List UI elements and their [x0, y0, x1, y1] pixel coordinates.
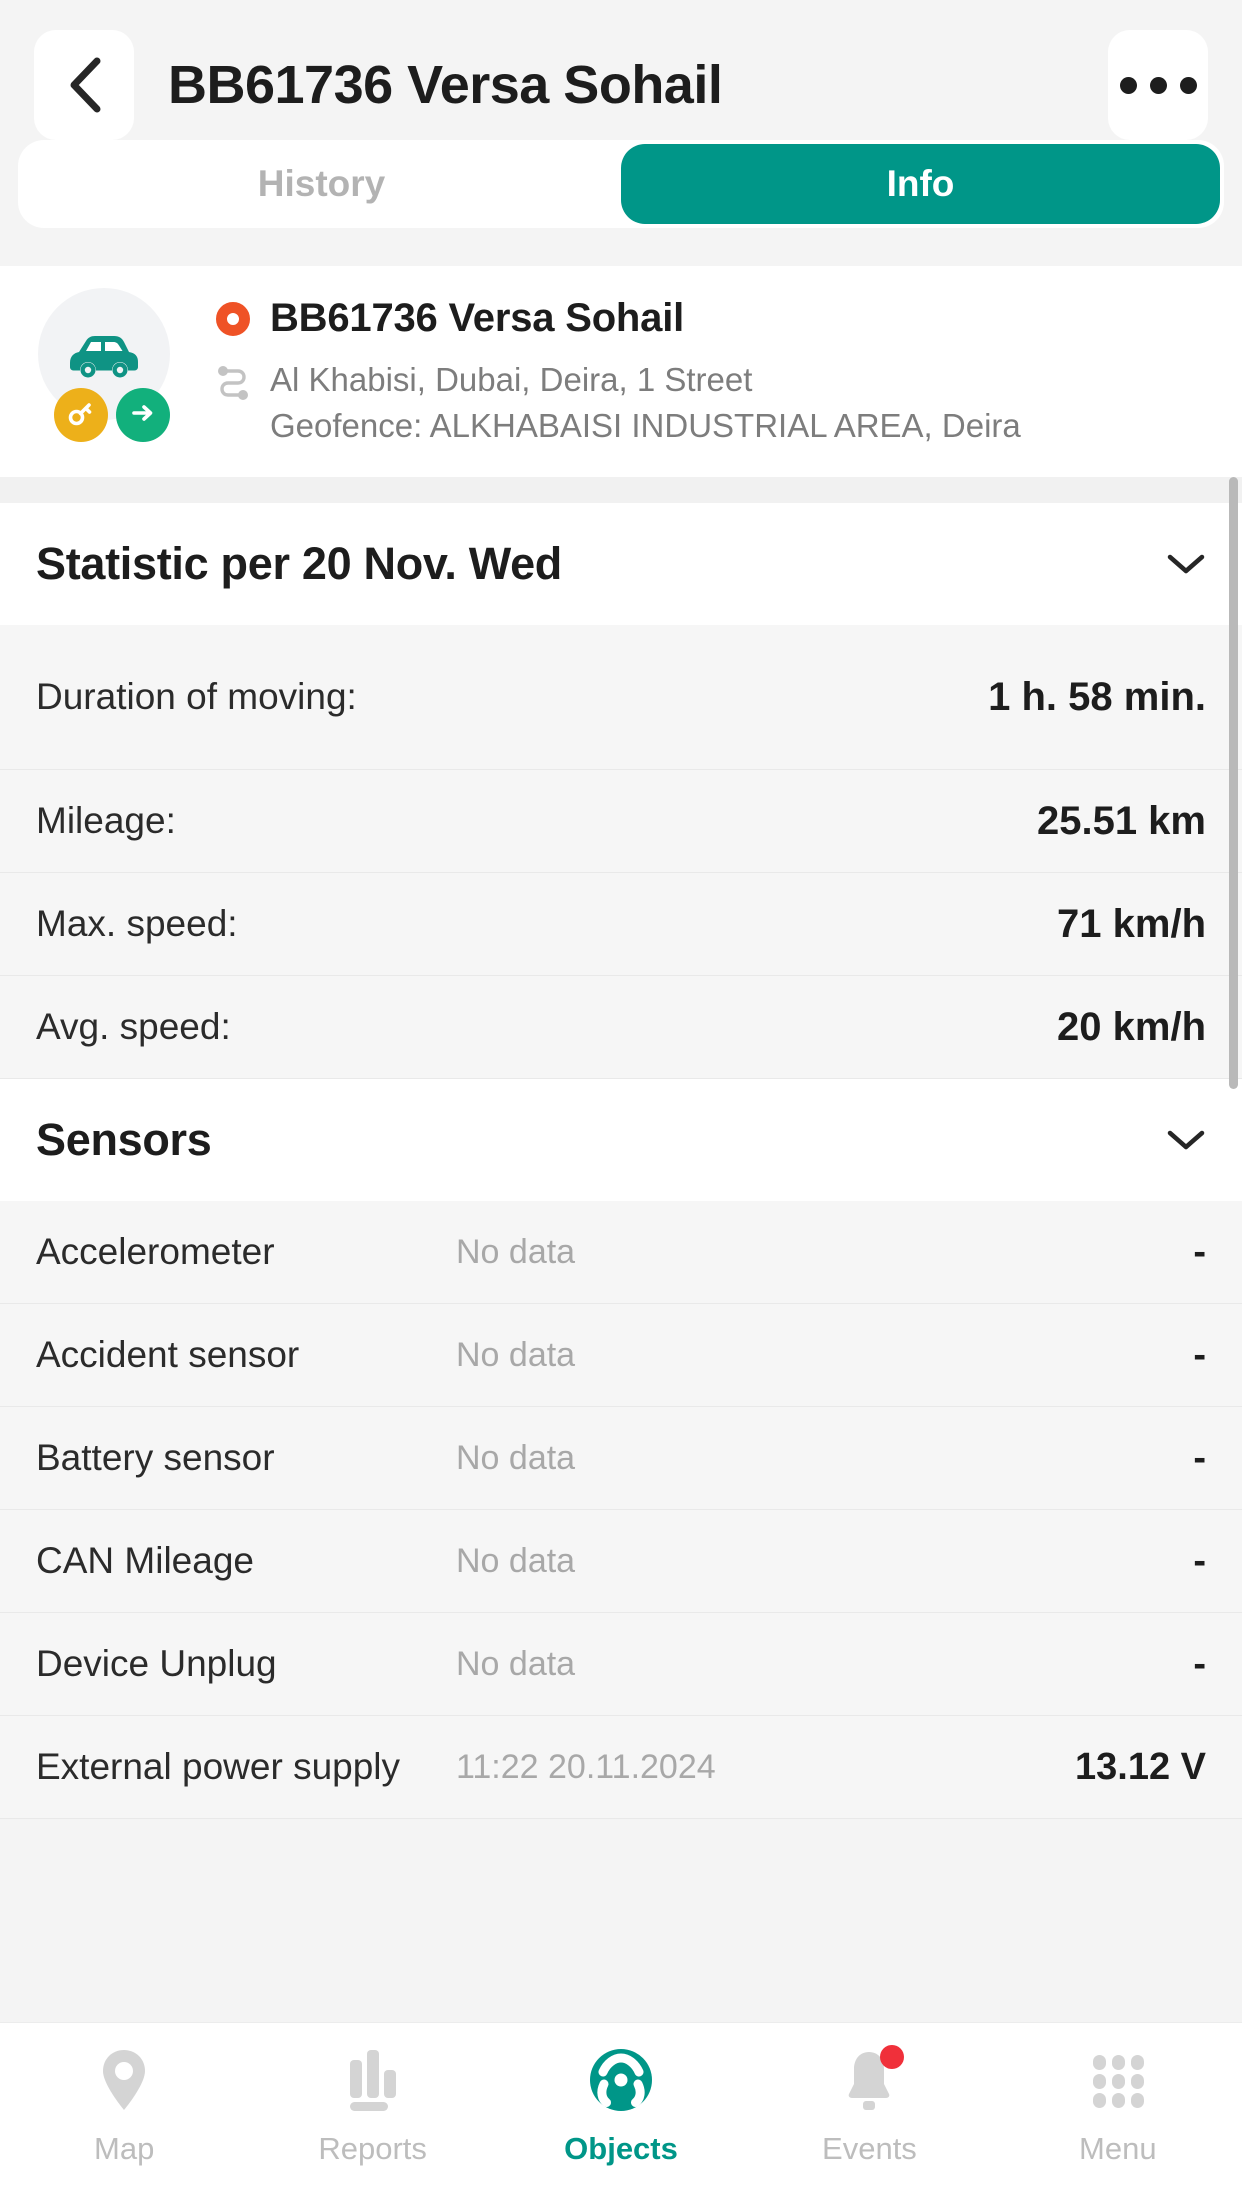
sensor-name: Accident sensor	[36, 1334, 300, 1376]
table-row: Avg. speed: 20 km/h	[0, 976, 1242, 1080]
ignition-key-badge	[54, 388, 108, 442]
stat-label: Mileage:	[36, 800, 176, 842]
statistic-rows: Duration of moving: 1 h. 58 min. Mileage…	[0, 625, 1242, 1080]
list-item: CAN Mileage No data -	[0, 1510, 1242, 1614]
stat-value: 71 km/h	[1057, 901, 1206, 946]
moving-arrow-badge	[116, 388, 170, 442]
statistic-title: Statistic per 20 Nov. Wed	[36, 538, 562, 590]
status-indicator-icon	[216, 301, 250, 336]
sensor-date: No data	[456, 1335, 576, 1374]
bar-chart-icon	[342, 2045, 404, 2115]
sensor-name: Device Unplug	[36, 1643, 277, 1685]
tabs-container: History Info	[0, 140, 1242, 228]
list-item: Accident sensor No data -	[0, 1304, 1242, 1408]
object-address-row: Al Khabisi, Dubai, Deira, 1 Street Geofe…	[216, 359, 1242, 447]
bell-icon	[840, 2045, 905, 2115]
address-text: Al Khabisi, Dubai, Deira, 1 Street	[270, 361, 753, 398]
arrow-right-icon	[129, 399, 157, 432]
object-name: BB61736 Versa Sohail	[270, 296, 685, 340]
route-icon	[216, 363, 250, 403]
sensor-value: -	[1193, 1642, 1206, 1685]
sensor-name: External power supply	[36, 1746, 401, 1788]
sensor-date: 11:22 20.11.2024	[456, 1747, 716, 1786]
nav-label: Menu	[1079, 2131, 1157, 2166]
stat-value: 20 km/h	[1057, 1004, 1206, 1049]
nav-item-events[interactable]: Events	[745, 2023, 993, 2167]
nav-item-map[interactable]: Map	[0, 2023, 248, 2167]
nav-label: Map	[94, 2131, 155, 2166]
statistic-section-header[interactable]: Statistic per 20 Nov. Wed	[0, 503, 1242, 626]
table-row: Mileage: 25.51 km	[0, 770, 1242, 874]
sensor-date: No data	[456, 1438, 576, 1477]
stat-label: Max. speed:	[36, 903, 238, 945]
object-title-row: BB61736 Versa Sohail	[216, 296, 1242, 341]
page-title: BB61736 Versa Sohail	[168, 55, 723, 115]
sensor-date: No data	[456, 1232, 576, 1271]
tab-history[interactable]: History	[22, 144, 621, 224]
bottom-navigation: Map Reports Objects Events Menu	[0, 2022, 1242, 2208]
back-button[interactable]	[34, 30, 134, 140]
car-icon	[64, 329, 144, 379]
vertical-scrollbar[interactable]	[1229, 477, 1238, 1090]
object-card[interactable]: BB61736 Versa Sohail Al Khabisi, Dubai, …	[0, 266, 1242, 478]
sensor-value: -	[1193, 1230, 1206, 1273]
tab-info[interactable]: Info	[621, 144, 1220, 224]
sensor-date: No data	[456, 1541, 576, 1580]
sensors-rows: Accelerometer No data - Accident sensor …	[0, 1201, 1242, 1820]
more-options-icon	[1119, 76, 1197, 94]
list-item: Battery sensor No data -	[0, 1407, 1242, 1511]
steering-wheel-icon	[587, 2045, 655, 2115]
list-item: External power supply 11:22 20.11.2024 1…	[0, 1716, 1242, 1820]
grid-menu-icon	[1087, 2045, 1149, 2115]
sensor-name: Battery sensor	[36, 1437, 275, 1479]
stat-label: Duration of moving:	[36, 676, 357, 718]
nav-item-reports[interactable]: Reports	[248, 2023, 496, 2167]
sensor-name: CAN Mileage	[36, 1540, 254, 1582]
events-notification-badge	[880, 2045, 905, 2069]
content-scroll-area[interactable]: Statistic per 20 Nov. Wed Duration of mo…	[0, 477, 1242, 2022]
nav-item-objects[interactable]: Objects	[497, 2023, 745, 2167]
list-item: Accelerometer No data -	[0, 1201, 1242, 1305]
nav-label: Events	[822, 2131, 917, 2166]
sensors-title: Sensors	[36, 1114, 212, 1166]
sensor-value: -	[1193, 1333, 1206, 1376]
object-badges	[54, 388, 170, 442]
object-avatar-wrap	[38, 288, 198, 442]
chevron-down-icon[interactable]	[1166, 1128, 1206, 1152]
section-divider	[0, 477, 1242, 504]
address-lines: Al Khabisi, Dubai, Deira, 1 Street Geofe…	[270, 359, 1021, 447]
header-row: BB61736 Versa Sohail	[0, 0, 1242, 140]
key-icon	[67, 399, 95, 432]
table-row: Max. speed: 71 km/h	[0, 873, 1242, 977]
tab-bar: History Info	[18, 140, 1224, 228]
stat-value: 1 h. 58 min.	[988, 674, 1206, 719]
table-row: Duration of moving: 1 h. 58 min.	[0, 625, 1242, 771]
geofence-text: Geofence: ALKHABAISI INDUSTRIAL AREA, De…	[270, 407, 1021, 445]
sensor-value: -	[1193, 1539, 1206, 1582]
nav-item-menu[interactable]: Menu	[994, 2023, 1242, 2167]
nav-label: Objects	[564, 2131, 678, 2166]
stat-value: 25.51 km	[1036, 798, 1206, 843]
header: BB61736 Versa Sohail History Info	[0, 0, 1242, 250]
app-screen: BB61736 Versa Sohail History Info BB6173…	[0, 0, 1242, 2208]
object-info: BB61736 Versa Sohail Al Khabisi, Dubai, …	[198, 288, 1242, 447]
chevron-down-icon[interactable]	[1166, 552, 1206, 576]
sensor-name: Accelerometer	[36, 1231, 275, 1273]
chevron-left-icon	[67, 57, 101, 113]
nav-label: Reports	[318, 2131, 427, 2166]
sensors-section-header[interactable]: Sensors	[0, 1079, 1242, 1202]
sensor-value: -	[1193, 1436, 1206, 1479]
stat-label: Avg. speed:	[36, 1006, 231, 1048]
more-options-button[interactable]	[1108, 30, 1208, 140]
sensor-date: No data	[456, 1644, 576, 1683]
sensor-value: 13.12 V	[1075, 1745, 1206, 1788]
map-pin-icon	[96, 2045, 152, 2115]
list-item: Device Unplug No data -	[0, 1613, 1242, 1717]
